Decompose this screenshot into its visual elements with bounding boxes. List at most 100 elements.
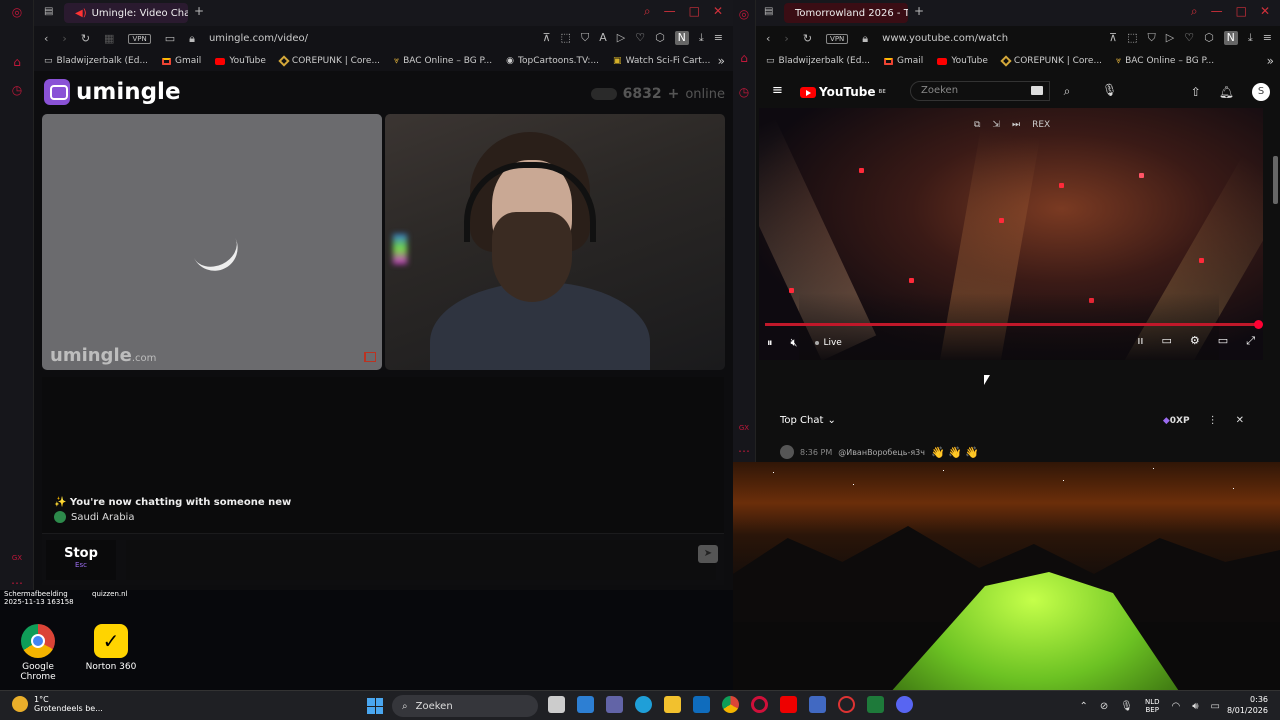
heart-icon[interactable]: ♡ bbox=[1184, 31, 1194, 45]
sidebar-history-icon[interactable]: ◷ bbox=[9, 82, 25, 98]
bookmark-bac[interactable]: ⩔ BAC Online – BG P... bbox=[394, 56, 492, 66]
player-top-label[interactable]: REX bbox=[1032, 120, 1050, 130]
vpn-badge[interactable]: VPN bbox=[826, 33, 849, 44]
desktop-icon-norton[interactable]: ✓ Norton 360 bbox=[78, 624, 144, 672]
sidebar-home-icon[interactable]: ⌂ bbox=[736, 50, 752, 66]
stop-button[interactable]: Stop Esc bbox=[46, 540, 116, 580]
more-options-icon[interactable]: ⋮ bbox=[1208, 415, 1218, 426]
discord-icon[interactable] bbox=[896, 696, 913, 713]
theater-icon[interactable]: ▭ bbox=[1218, 334, 1228, 348]
heart-icon[interactable]: ♡ bbox=[635, 31, 645, 45]
video-player[interactable]: ⧉ ⇲ ⏭ REX ⏸ 🔇︎ Live ıı ▭ ⚙ ▭ ⤢ bbox=[759, 108, 1263, 360]
bookmark-folder[interactable]: ▭ Bladwijzerbalk (Ed... bbox=[766, 56, 870, 66]
bookmarks-more-icon[interactable]: » bbox=[1267, 54, 1274, 68]
tab-overview-icon[interactable]: ▤ bbox=[44, 6, 53, 17]
opera-gx-icon[interactable] bbox=[751, 696, 768, 713]
search-tabs-icon[interactable]: ⌕ bbox=[1191, 4, 1198, 19]
explorer-icon[interactable] bbox=[664, 696, 681, 713]
new-tab-button[interactable]: + bbox=[194, 4, 204, 18]
mute-icon[interactable]: 🔇︎ bbox=[791, 336, 798, 350]
weather-widget[interactable]: 1°C Grotendeels be... bbox=[12, 695, 103, 713]
bookmarks-more-icon[interactable]: » bbox=[718, 54, 725, 68]
menu-icon[interactable]: ≡ bbox=[1263, 31, 1272, 45]
shield-icon[interactable]: ⛉ bbox=[1147, 31, 1155, 45]
mic-icon[interactable]: 🎙︎ bbox=[1120, 701, 1133, 712]
bookmark-corepunk[interactable]: COREPUNK | Core... bbox=[278, 55, 380, 67]
shield-icon[interactable]: ⛉ bbox=[581, 31, 589, 45]
language-indicator[interactable]: NLD BEP bbox=[1145, 698, 1160, 714]
new-tab-button[interactable]: + bbox=[914, 4, 924, 18]
calculator-icon[interactable] bbox=[809, 696, 826, 713]
settings-gear-icon[interactable]: ⚙ bbox=[1190, 334, 1200, 348]
search-tabs-icon[interactable]: ⌕ bbox=[644, 4, 651, 19]
pause-icon[interactable]: ⏸ bbox=[767, 336, 773, 350]
reload-icon[interactable]: ↻ bbox=[81, 32, 90, 45]
chevron-up-icon[interactable]: ⌃ bbox=[1079, 701, 1087, 712]
pin-icon[interactable]: ⊼ bbox=[1109, 31, 1117, 45]
bookmark-topcartoons[interactable]: ◉ TopCartoons.TV:... bbox=[506, 56, 599, 66]
volume-icon[interactable]: 🔊︎ bbox=[1192, 701, 1198, 712]
close-window-button[interactable]: ✕ bbox=[1260, 4, 1270, 19]
maximize-button[interactable]: □ bbox=[1236, 4, 1247, 19]
speaker-icon[interactable]: ◀) bbox=[75, 8, 87, 19]
desktop-icon-chrome[interactable]: Google Chrome bbox=[5, 624, 71, 682]
bookmark-corepunk[interactable]: COREPUNK | Core... bbox=[1000, 55, 1102, 67]
back-icon[interactable]: ‹ bbox=[44, 32, 48, 45]
fullscreen-icon[interactable]: ⤢ bbox=[1246, 334, 1255, 348]
taskview-icon[interactable] bbox=[548, 696, 565, 713]
network-off-icon[interactable]: ⊘ bbox=[1100, 701, 1108, 712]
sidebar-history-icon[interactable]: ◷ bbox=[736, 84, 752, 100]
minimize-button[interactable]: — bbox=[664, 4, 676, 19]
search-icon[interactable]: ⌕ bbox=[1050, 81, 1084, 101]
translate-icon[interactable]: A bbox=[599, 31, 607, 45]
opera-icon[interactable] bbox=[838, 696, 855, 713]
extensions-icon[interactable]: ⬡ bbox=[1204, 31, 1214, 45]
captions-icon[interactable]: ▭ bbox=[1162, 334, 1172, 348]
profile-icon[interactable]: N bbox=[674, 31, 689, 45]
reload-icon[interactable]: ↻ bbox=[803, 32, 812, 45]
forward-icon[interactable]: › bbox=[784, 32, 788, 45]
autoplay-icon[interactable]: ıı bbox=[1137, 334, 1143, 348]
chat-username[interactable]: @ИванВоробець-я3ч bbox=[838, 448, 925, 457]
clock[interactable]: 0:36 8/01/2026 bbox=[1227, 694, 1268, 716]
report-flag-icon[interactable] bbox=[364, 352, 376, 362]
online-toggle[interactable] bbox=[590, 88, 617, 100]
minimize-button[interactable]: — bbox=[1211, 4, 1223, 19]
battery-icon[interactable]: ▭ bbox=[1211, 701, 1220, 712]
download-icon[interactable]: ⤓ bbox=[1248, 31, 1253, 45]
start-button[interactable] bbox=[367, 698, 383, 714]
store-icon[interactable] bbox=[577, 696, 594, 713]
page-scrollbar[interactable] bbox=[1273, 156, 1278, 204]
url-field[interactable]: umingle.com/video/ bbox=[209, 33, 308, 44]
pin-icon[interactable]: ⊼ bbox=[542, 31, 550, 45]
umingle-logo[interactable]: umingle bbox=[44, 79, 181, 105]
download-icon[interactable]: ⤓ bbox=[699, 31, 704, 45]
excel-icon[interactable] bbox=[867, 696, 884, 713]
screenshot-label-3[interactable]: quizzen.nl bbox=[92, 590, 128, 598]
chrome-icon[interactable] bbox=[722, 696, 739, 713]
opera-logo-icon[interactable]: ◎ bbox=[9, 4, 25, 20]
bookmark-folder[interactable]: ▭ Bladwijzerbalk (Ed... bbox=[44, 56, 148, 66]
bookmark-youtube[interactable]: YouTube bbox=[215, 56, 266, 66]
tab-youtube[interactable]: Tomorrowland 2026 - Tie bbox=[784, 3, 908, 23]
share-icon[interactable]: ⇲ bbox=[992, 120, 1000, 130]
url-field[interactable]: www.youtube.com/watch bbox=[882, 33, 1008, 44]
progress-bar[interactable] bbox=[765, 320, 1263, 329]
back-icon[interactable]: ‹ bbox=[766, 32, 770, 45]
bookmark-gmail[interactable]: Gmail bbox=[162, 56, 201, 66]
miniplayer-icon[interactable]: ⧉ bbox=[974, 120, 980, 130]
avatar[interactable]: S bbox=[1252, 83, 1270, 101]
upload-icon[interactable]: ⇧ bbox=[1191, 85, 1201, 99]
top-chat-dropdown[interactable]: Top Chat ⌄ bbox=[780, 415, 836, 426]
opera-logo-icon[interactable]: ◎ bbox=[736, 6, 752, 22]
bookmark-bac[interactable]: ⩔ BAC Online – BG P... bbox=[1116, 56, 1214, 66]
bookmark-scifi[interactable]: ▣ Watch Sci-Fi Cart... bbox=[613, 56, 710, 66]
edge-icon[interactable] bbox=[635, 696, 652, 713]
keyboard-icon[interactable] bbox=[1031, 86, 1043, 95]
taskbar-search[interactable]: ⌕ Zoeken bbox=[392, 695, 538, 717]
forward-icon[interactable]: › bbox=[62, 32, 66, 45]
xp-badge[interactable]: ◆0XP bbox=[1163, 416, 1190, 426]
bookmark-youtube[interactable]: YouTube bbox=[937, 56, 988, 66]
sidebar-gx-icon[interactable]: GX bbox=[9, 550, 25, 566]
maximize-button[interactable]: □ bbox=[689, 4, 700, 19]
